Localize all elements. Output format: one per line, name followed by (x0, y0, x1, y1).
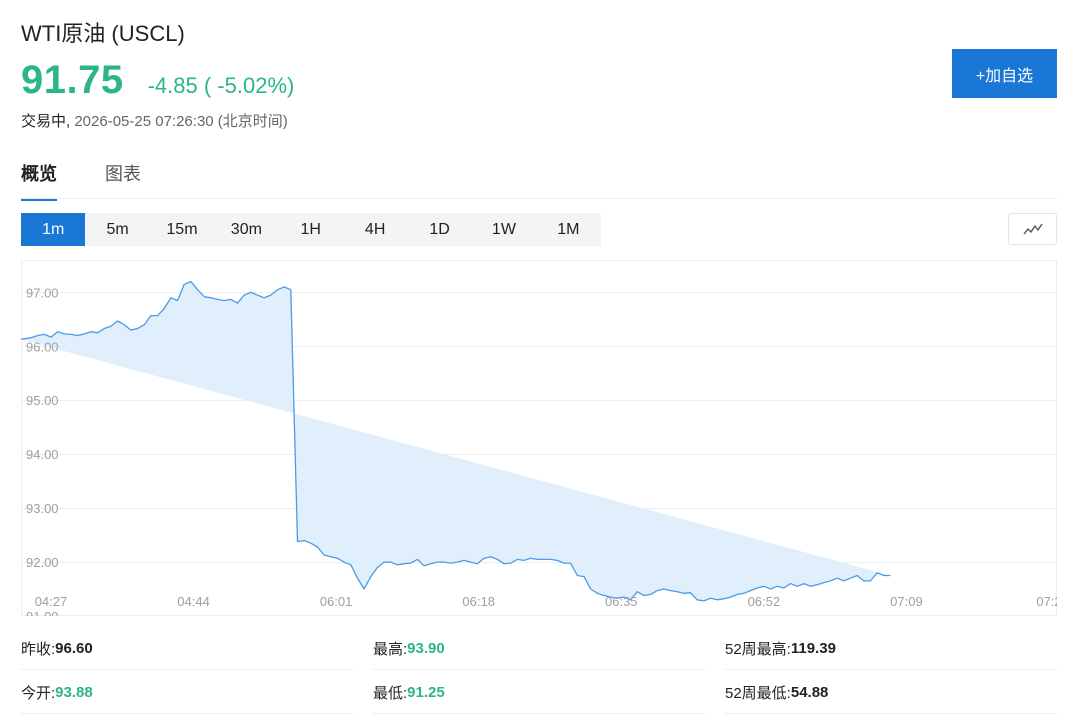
y-tick-label: 95.00 (26, 393, 59, 408)
x-tick-label: 06:18 (462, 594, 495, 609)
stats-row: 昨收: 96.60 最高: 93.90 52周最高: 119.39 (21, 626, 1057, 670)
line-chart-icon (1022, 223, 1043, 235)
tab-divider (21, 198, 1057, 199)
last-price: 91.75 (21, 58, 124, 102)
period-1h[interactable]: 1H (279, 213, 343, 246)
x-tick-label: 07:2 (1036, 594, 1057, 609)
stat-label: 最高: (373, 640, 408, 658)
trading-status: 交易中, 2026-05-25 07:26:30 (北京时间) (21, 110, 288, 131)
period-4h[interactable]: 4H (343, 213, 407, 246)
stat-value: 91.25 (407, 683, 445, 701)
y-tick-label: 96.00 (26, 339, 59, 354)
period-selector: 1m 5m 15m 30m 1H 4H 1D 1W 1M (21, 213, 601, 246)
period-1d[interactable]: 1D (407, 213, 471, 246)
tab-overview[interactable]: 概览 (21, 160, 57, 201)
x-tick-label: 04:44 (177, 594, 210, 609)
price-row: 91.75 -4.85 ( -5.02%) (21, 58, 294, 103)
x-tick-label: 06:35 (605, 594, 638, 609)
x-tick-label: 06:52 (748, 594, 781, 609)
stats-table: 昨收: 96.60 最高: 93.90 52周最高: 119.39 今开: 93… (21, 626, 1057, 714)
stat-value: 96.60 (55, 639, 93, 657)
instrument-title: WTI原油 (USCL) (21, 21, 185, 46)
price-change: -4.85 ( -5.02%) (147, 73, 295, 98)
trading-status-label: 交易中, (21, 113, 71, 130)
price-area-fill (21, 281, 891, 601)
chart-type-toggle[interactable] (1008, 213, 1057, 245)
stat-label: 52周最高: (725, 640, 791, 658)
quote-timestamp: 2026-05-25 07:26:30 (北京时间) (74, 113, 288, 130)
stat-value: 93.90 (407, 639, 445, 657)
period-15m[interactable]: 15m (150, 213, 214, 246)
y-tick-label: 92.00 (26, 555, 59, 570)
stat-label: 昨收: (21, 640, 56, 658)
stat-label: 今开: (21, 684, 56, 702)
stat-label: 最低: (373, 684, 408, 702)
stat-value: 119.39 (790, 639, 836, 657)
y-tick-label: 94.00 (26, 447, 59, 462)
price-chart: 97.00 96.00 95.00 94.00 93.00 92.00 91.0004:27… (21, 260, 1057, 616)
period-30m[interactable]: 30m (214, 213, 278, 246)
y-tick-label: 97.00 (26, 285, 59, 300)
tab-chart[interactable]: 图表 (105, 160, 141, 201)
y-tick-label: 91.00 (26, 609, 59, 616)
stat-value: 54.88 (790, 683, 829, 701)
x-tick-label: 04:27 (35, 594, 68, 609)
stat-52w-low: 52周最低: 54.88 (725, 670, 1057, 714)
stat-high: 最高: 93.90 (373, 626, 725, 670)
stat-open: 今开: 93.88 (21, 670, 373, 714)
period-1m[interactable]: 1m (21, 213, 86, 246)
tab-bar: 概览 图表 (21, 160, 189, 201)
add-to-watchlist-button[interactable]: +加自选 (952, 49, 1057, 98)
stat-prev-close: 昨收: 96.60 (21, 626, 373, 670)
x-tick-label: 07:09 (890, 594, 923, 609)
stats-row: 今开: 93.88 最低: 91.25 52周最低: 54.88 (21, 670, 1057, 714)
period-1w[interactable]: 1W (472, 213, 536, 246)
period-1mo[interactable]: 1M (536, 213, 600, 246)
x-tick-label: 06:01 (320, 594, 353, 609)
price-chart-svg: 97.00 96.00 95.00 94.00 93.00 92.00 91.0004:27… (21, 260, 1057, 616)
stat-low: 最低: 91.25 (373, 670, 725, 714)
stat-52w-high: 52周最高: 119.39 (725, 626, 1057, 670)
stat-label: 52周最低: (725, 684, 791, 702)
y-tick-label: 93.00 (26, 501, 59, 516)
period-5m[interactable]: 5m (85, 213, 149, 246)
stat-value: 93.88 (55, 683, 93, 701)
